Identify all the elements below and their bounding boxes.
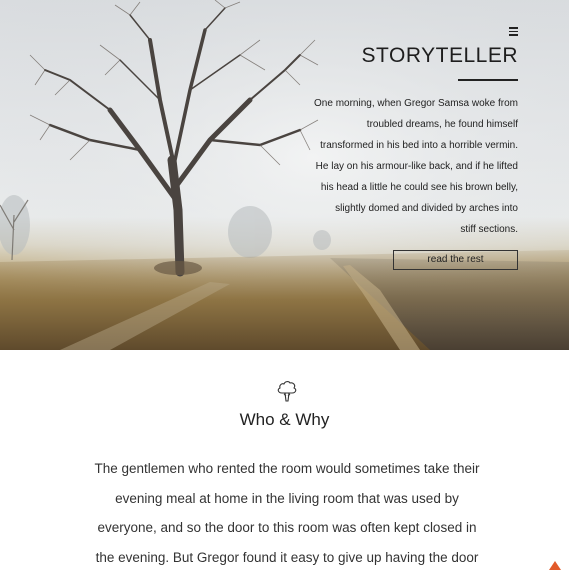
body-line: evening meal at home in the living room … xyxy=(115,490,459,506)
read-the-rest-button[interactable]: read the rest xyxy=(393,250,518,270)
body-line: everyone, and so the door to this room w… xyxy=(97,520,477,535)
intro-text: One morning, when Gregor Samsa woke from… xyxy=(258,93,518,240)
intro-line: troubled dreams, he found himself xyxy=(366,119,518,130)
intro-line: One morning, when Gregor Samsa woke from xyxy=(314,98,518,109)
intro-line: his head a little he could see his brown… xyxy=(320,182,518,193)
hero-section: STORYTELLER One morning, when Gregor Sam… xyxy=(0,0,569,350)
intro-line: slightly domed and divided by arches int… xyxy=(335,203,518,214)
scroll-top-arrow-icon[interactable] xyxy=(549,561,561,570)
title-underline xyxy=(458,79,518,81)
site-title: STORYTELLER xyxy=(361,44,518,67)
menu-line xyxy=(509,34,518,36)
menu-line xyxy=(509,30,518,33)
body-line: The gentlemen who rented the room would … xyxy=(94,461,480,476)
section-title: Who & Why xyxy=(239,410,330,429)
page: STORYTELLER One morning, when Gregor Sam… xyxy=(0,0,569,571)
who-why-section: Who & Why The gentlemen who rented the r… xyxy=(0,350,569,571)
menu-line xyxy=(509,27,518,29)
intro-line: He lay on his armour-like back, and if h… xyxy=(315,161,518,172)
body-line: the evening. But Gregor found it easy to… xyxy=(95,549,479,565)
section-body: The gentlemen who rented the room would … xyxy=(82,454,492,571)
hamburger-menu-icon[interactable] xyxy=(509,27,518,37)
tree-icon xyxy=(277,381,297,402)
intro-line: stiff sections. xyxy=(460,224,518,235)
intro-line: transformed in his bed into a horrible v… xyxy=(320,140,518,151)
